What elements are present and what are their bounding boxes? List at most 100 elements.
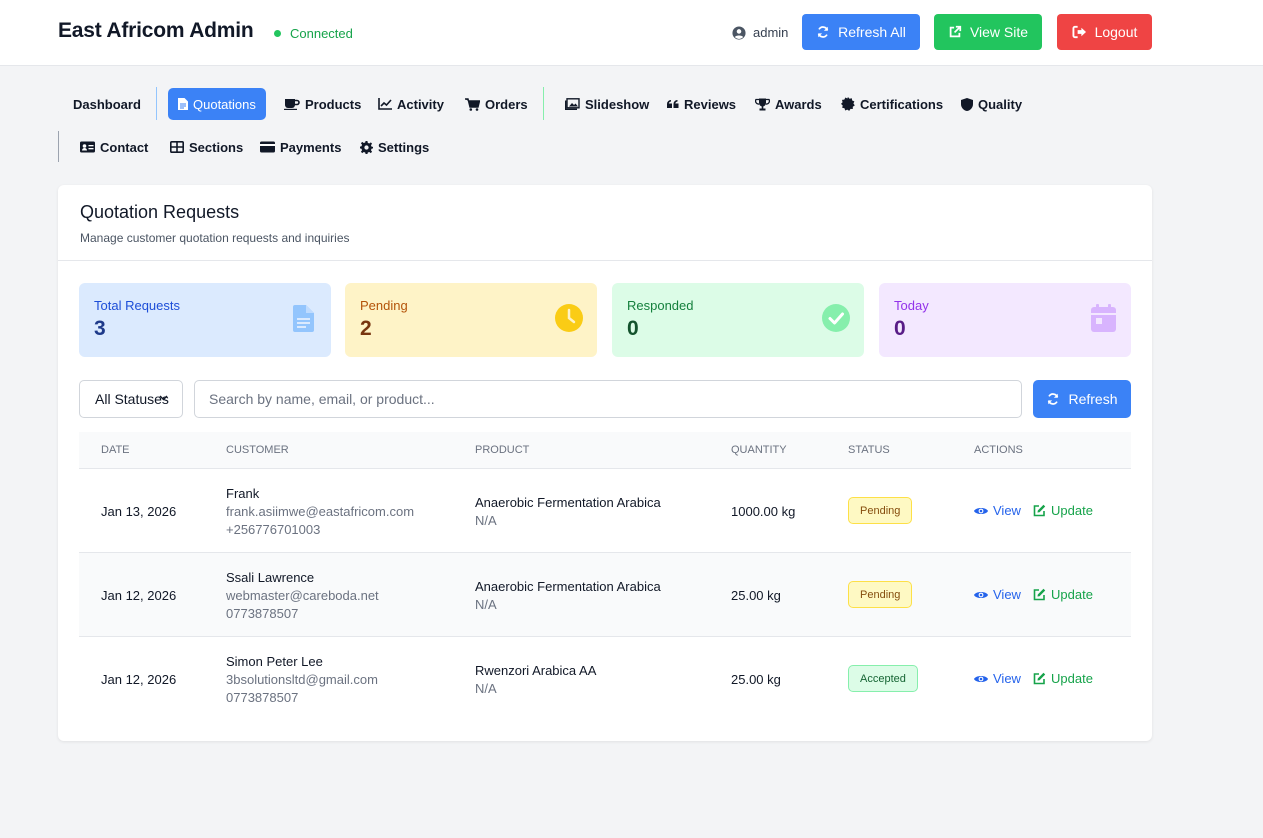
file-icon (178, 98, 188, 110)
stat-label: Today (894, 298, 929, 313)
nav-slideshow-label: Slideshow (585, 96, 650, 112)
column-header-product: Product (475, 444, 530, 456)
column-header-date: Date (101, 444, 130, 456)
quantity: 1000.00 kg (731, 504, 796, 519)
update-label: Update (1051, 503, 1093, 518)
eye-icon (974, 507, 988, 514)
coffee-icon (284, 99, 300, 110)
status-filter-select[interactable]: All Statuses (79, 380, 183, 418)
update-button[interactable]: Update (1033, 587, 1093, 602)
user-menu[interactable]: admin (732, 25, 788, 40)
sync-icon (1048, 393, 1059, 405)
nav-payments[interactable]: Payments (250, 131, 351, 163)
nav-orders-label: Orders (485, 96, 528, 112)
status-filter-value: All Statuses (95, 391, 169, 407)
customer-email: frank.asiimwe@eastafricom.com (226, 504, 415, 519)
refresh-button[interactable]: Refresh (1033, 380, 1131, 418)
nav-products[interactable]: Products (274, 88, 371, 120)
edit-icon (1033, 504, 1046, 517)
images-icon (565, 98, 580, 110)
check-circle-icon (822, 304, 850, 332)
stat-responded: Responded 0 (612, 283, 864, 357)
nav-slideshow[interactable]: Slideshow (555, 88, 659, 120)
update-button[interactable]: Update (1033, 671, 1093, 686)
shield-icon (961, 97, 973, 111)
product-detail: N/A (475, 513, 497, 528)
stat-value: 0 (894, 317, 906, 340)
quantity: 25.00 kg (731, 588, 781, 603)
nav-contact-label: Contact (100, 139, 149, 155)
nav-settings-label: Settings (378, 139, 430, 155)
table-row: Jan 13, 2026 Frank frank.asiimwe@eastafr… (79, 469, 1131, 553)
nav-certifications[interactable]: Certifications (831, 88, 953, 120)
search-input[interactable] (194, 380, 1022, 418)
table-row: Jan 12, 2026 Simon Peter Lee 3bsolutions… (79, 637, 1131, 721)
stat-value: 0 (627, 317, 639, 340)
credit-card-icon (260, 141, 275, 153)
nav-contact[interactable]: Contact (70, 131, 158, 163)
nav-settings[interactable]: Settings (350, 131, 439, 163)
nav-quotations[interactable]: Quotations (168, 88, 266, 120)
nav-dashboard[interactable]: Dashboard (63, 88, 151, 120)
refresh-all-label: Refresh All (838, 24, 906, 40)
nav-awards[interactable]: Awards (745, 88, 832, 120)
customer-name: Frank (226, 486, 260, 501)
nav-orders[interactable]: Orders (455, 88, 538, 120)
stat-value: 3 (94, 317, 106, 340)
nav-divider (156, 87, 157, 120)
nav-activity[interactable]: Activity (368, 88, 454, 120)
nav-divider (58, 131, 59, 162)
nav-quality-label: Quality (978, 96, 1023, 112)
stat-total-requests: Total Requests 3 (79, 283, 331, 357)
refresh-all-button[interactable]: Refresh All (802, 14, 920, 50)
page-subtitle: Manage customer quotation requests and i… (80, 231, 350, 245)
nav-certifications-label: Certifications (860, 96, 944, 112)
customer-email: webmaster@careboda.net (226, 588, 379, 603)
view-button[interactable]: View (974, 587, 1021, 602)
column-header-actions: Actions (974, 444, 1023, 456)
nav-divider (543, 87, 544, 120)
view-button[interactable]: View (974, 671, 1021, 686)
nav-quotations-label: Quotations (193, 96, 256, 112)
line-chart-icon (378, 98, 392, 110)
customer-name: Simon Peter Lee (226, 654, 323, 669)
row-date: Jan 12, 2026 (101, 588, 177, 603)
stat-label: Total Requests (94, 298, 180, 313)
clock-icon (555, 304, 583, 332)
logout-label: Logout (1094, 24, 1138, 40)
column-header-customer: Customer (226, 444, 289, 456)
table-icon (170, 141, 184, 153)
view-button[interactable]: View (974, 503, 1021, 518)
quotations-card: Quotation Requests Manage customer quota… (58, 185, 1152, 741)
edit-icon (1033, 672, 1046, 685)
logout-button[interactable]: Logout (1057, 14, 1152, 50)
row-date: Jan 12, 2026 (101, 672, 177, 687)
page-title: Quotation Requests (80, 202, 240, 222)
status-badge: Pending (848, 497, 913, 524)
stat-label: Pending (360, 298, 408, 313)
cart-icon (465, 97, 480, 111)
nav-reviews-label: Reviews (684, 96, 737, 112)
nav-products-label: Products (305, 96, 362, 112)
app-title: East Africom Admin (58, 19, 254, 42)
customer-phone: 0773878507 (226, 690, 299, 705)
sign-out-icon (1072, 25, 1086, 39)
update-button[interactable]: Update (1033, 503, 1093, 518)
nav-reviews[interactable]: Reviews (657, 88, 746, 120)
nav-quality[interactable]: Quality (951, 88, 1032, 120)
product-detail: N/A (475, 597, 497, 612)
status-badge: Accepted (848, 665, 918, 692)
nav-activity-label: Activity (397, 96, 444, 112)
nav-sections[interactable]: Sections (160, 131, 253, 163)
stat-value: 2 (360, 317, 372, 340)
status-badge: Pending (848, 581, 913, 608)
column-header-quantity: Quantity (731, 444, 787, 456)
view-label: View (993, 671, 1021, 686)
calendar-icon (1089, 304, 1117, 332)
product-name: Anaerobic Fermentation Arabica (475, 495, 661, 510)
quote-icon (667, 100, 679, 108)
view-label: View (993, 587, 1021, 602)
table-row: Jan 12, 2026 Ssali Lawrence webmaster@ca… (79, 553, 1131, 637)
view-site-button[interactable]: View Site (934, 14, 1042, 50)
customer-name: Ssali Lawrence (226, 570, 315, 585)
